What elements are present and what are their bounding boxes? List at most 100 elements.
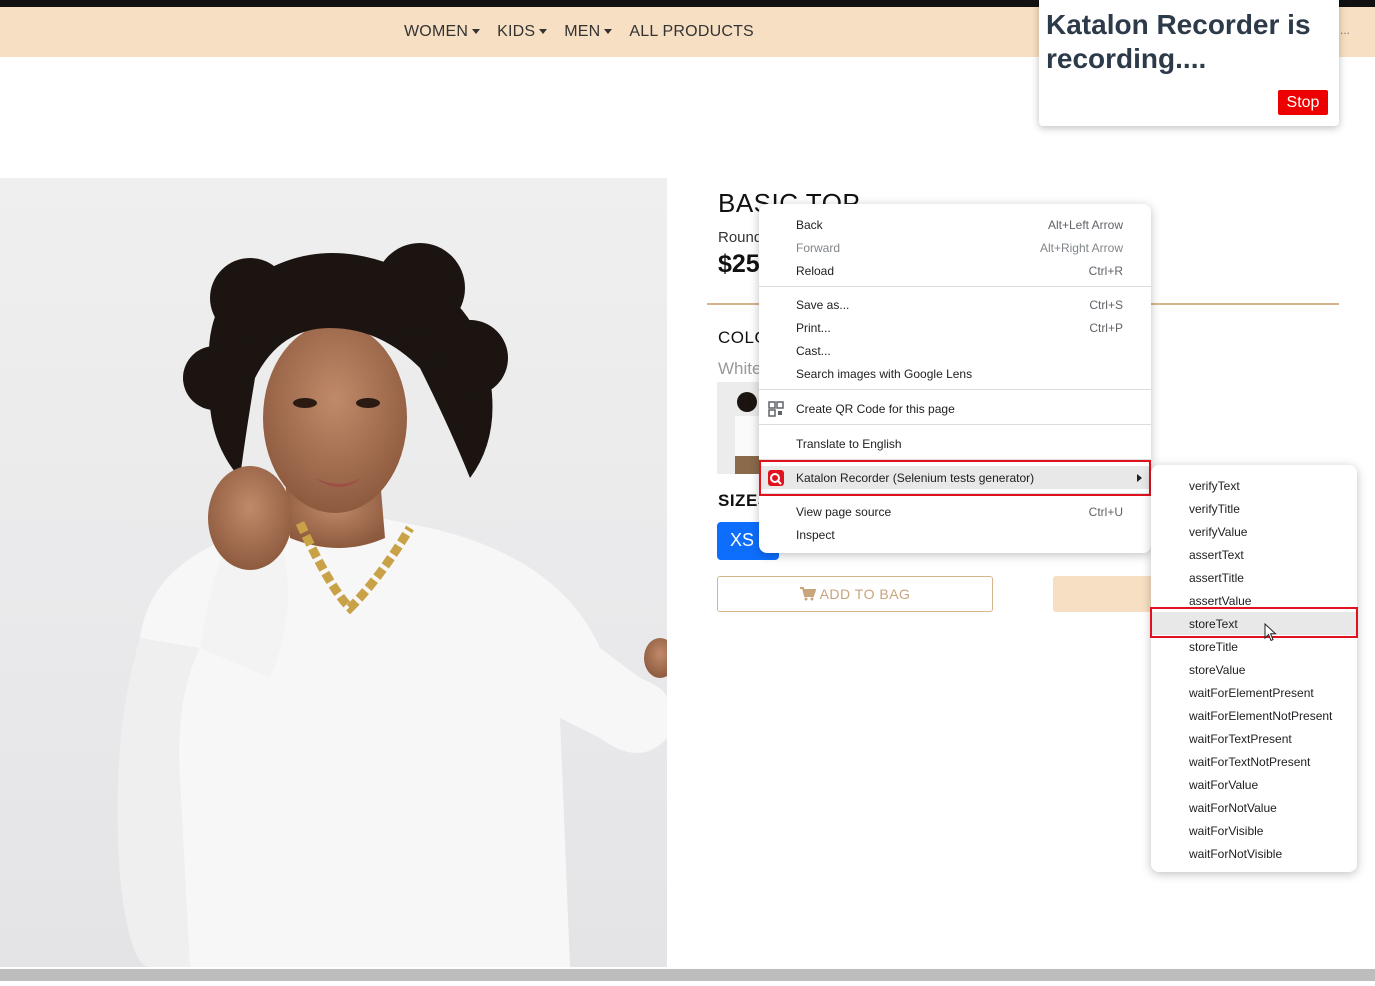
ctx-view-source-label: View page source [796,504,892,519]
nav-menu: WOMEN KIDS MEN ALL PRODUCTS [404,7,754,57]
ctx-translate[interactable]: Translate to English [759,432,1151,455]
product-subtitle: Round [718,229,763,246]
ctx-google-lens-label: Search images with Google Lens [796,366,973,381]
sub-assert-text[interactable]: assertText [1151,543,1357,566]
nav-all-products[interactable]: ALL PRODUCTS [629,23,754,41]
ctx-inspect[interactable]: Inspect [759,523,1151,546]
ctx-reload-label: Reload [796,263,835,278]
ctx-print-shortcut: Ctrl+P [1089,320,1123,335]
nav-women-label: WOMEN [404,23,469,40]
sub-label: waitForNotValue [1189,800,1277,815]
horizontal-scrollbar[interactable] [0,969,1375,981]
mouse-cursor-icon [1264,623,1277,642]
ctx-qr-code[interactable]: Create QR Code for this page [759,397,1151,420]
sub-label: waitForVisible [1189,823,1264,838]
sub-wait-for-not-value[interactable]: waitForNotValue [1151,796,1357,819]
chevron-down-icon [604,28,613,34]
nav-all-products-label: ALL PRODUCTS [629,23,754,40]
katalon-submenu: verifyText verifyTitle verifyValue asser… [1151,465,1357,872]
add-to-bag-button[interactable]: ADD TO BAG [717,576,993,612]
ctx-inspect-label: Inspect [796,527,835,542]
katalon-recording-popup: Katalon Recorder is recording.... Stop [1039,0,1339,126]
sub-label: waitForElementNotPresent [1189,708,1333,723]
katalon-icon [768,469,784,486]
ctx-separator [759,424,1151,425]
ctx-save-as-shortcut: Ctrl+S [1089,297,1123,312]
ctx-save-as-label: Save as... [796,297,850,312]
ctx-qr-code-label: Create QR Code for this page [796,401,955,416]
sub-store-value[interactable]: storeValue [1151,658,1357,681]
chevron-down-icon [539,28,548,34]
sub-label: waitForTextPresent [1189,731,1292,746]
sub-label: storeValue [1189,662,1246,677]
sub-label: waitForElementPresent [1189,685,1314,700]
context-menu: Back Alt+Left Arrow Forward Alt+Right Arro… [759,204,1151,553]
model-photo [117,243,667,967]
swatch-thumbnail [735,392,761,474]
stop-recording-button[interactable]: Stop [1278,90,1328,115]
sub-wait-element-not-present[interactable]: waitForElementNotPresent [1151,704,1357,727]
ctx-separator [759,459,1151,460]
color-swatch[interactable] [717,382,763,474]
ctx-google-lens[interactable]: Search images with Google Lens [759,362,1151,385]
sub-label: assertValue [1189,593,1252,608]
sub-label: assertText [1189,547,1244,562]
ctx-save-as[interactable]: Save as... Ctrl+S [759,293,1151,316]
sub-assert-title[interactable]: assertTitle [1151,566,1357,589]
sub-wait-element-present[interactable]: waitForElementPresent [1151,681,1357,704]
ctx-back-label: Back [796,217,823,232]
ctx-translate-label: Translate to English [796,436,902,451]
sub-verify-text[interactable]: verifyText [1151,474,1357,497]
sub-store-title[interactable]: storeTitle [1151,635,1357,658]
add-to-bag-label: ADD TO BAG [819,586,911,602]
sub-wait-text-present[interactable]: waitForTextPresent [1151,727,1357,750]
ctx-forward-shortcut: Alt+Right Arrow [1039,240,1123,255]
ctx-katalon-label: Katalon Recorder (Selenium tests generat… [796,470,1035,485]
ctx-view-source[interactable]: View page source Ctrl+U [759,500,1151,523]
nav-women[interactable]: WOMEN [404,23,481,41]
ctx-forward-label: Forward [796,240,841,255]
nav-men-label: MEN [564,23,601,40]
sub-wait-text-not-present[interactable]: waitForTextNotPresent [1151,750,1357,773]
katalon-popup-title: Katalon Recorder is recording.... [1046,9,1311,74]
chevron-right-icon [1137,473,1142,482]
ctx-separator [759,493,1151,494]
qr-code-icon [768,400,784,417]
sub-label: verifyTitle [1189,501,1240,516]
ctx-print-label: Print... [796,320,831,335]
sub-wait-for-value[interactable]: waitForValue [1151,773,1357,796]
ctx-reload[interactable]: Reload Ctrl+R [759,259,1151,282]
sub-store-text[interactable]: storeText [1151,612,1357,635]
sub-label: storeTitle [1189,639,1238,654]
ctx-cast[interactable]: Cast... [759,339,1151,362]
cart-icon [799,587,816,601]
sub-label: assertTitle [1189,570,1244,585]
nav-men[interactable]: MEN [564,23,613,41]
wishlist-button[interactable] [1053,576,1153,612]
ctx-view-source-shortcut: Ctrl+U [1088,504,1123,519]
ctx-back[interactable]: Back Alt+Left Arrow [759,213,1151,236]
ctx-separator [759,389,1151,390]
sub-label: waitForNotVisible [1189,846,1283,861]
ctx-cast-label: Cast... [796,343,831,358]
sub-wait-for-not-visible[interactable]: waitForNotVisible [1151,842,1357,865]
ctx-katalon-recorder[interactable]: Katalon Recorder (Selenium tests generat… [759,466,1151,489]
sub-label: verifyText [1189,478,1240,493]
ctx-back-shortcut: Alt+Left Arrow [1047,217,1123,232]
sub-label: waitForTextNotPresent [1189,754,1311,769]
nav-overflow[interactable]: ... [1340,23,1350,37]
ctx-separator [759,286,1151,287]
sub-label: storeText [1189,616,1238,631]
sub-label: verifyValue [1189,524,1248,539]
nav-kids[interactable]: KIDS [497,23,548,41]
ctx-forward[interactable]: Forward Alt+Right Arrow [759,236,1151,259]
sub-verify-title[interactable]: verifyTitle [1151,497,1357,520]
ctx-print[interactable]: Print... Ctrl+P [759,316,1151,339]
nav-kids-label: KIDS [497,23,536,40]
chevron-down-icon [472,28,481,34]
sub-assert-value[interactable]: assertValue [1151,589,1357,612]
product-price: $25 [718,250,760,278]
sub-label: waitForValue [1189,777,1259,792]
sub-wait-for-visible[interactable]: waitForVisible [1151,819,1357,842]
sub-verify-value[interactable]: verifyValue [1151,520,1357,543]
